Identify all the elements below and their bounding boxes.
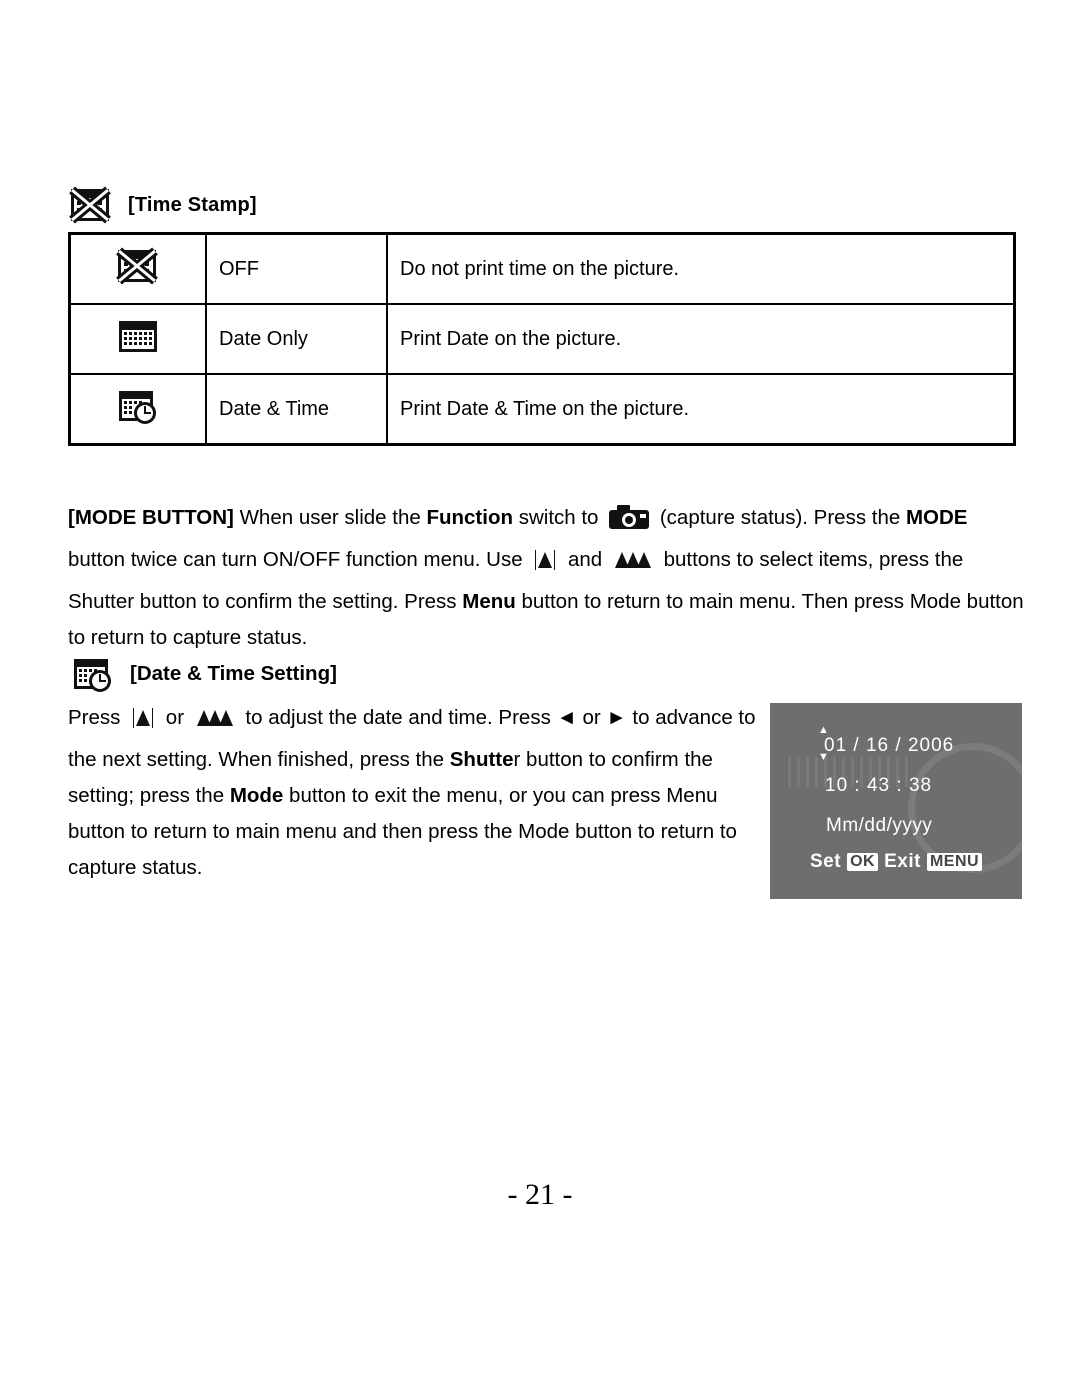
lcd-preview-panel: ▲ ▼ 01 / 16 / 2006 10 : 43 : 38 Mm/dd/yy… xyxy=(770,703,1022,899)
mode-button-paragraph: [MODE BUTTON] When user slide the Functi… xyxy=(68,500,1024,656)
mode-text-5: (capture status). Press the xyxy=(654,506,906,529)
row-icon-cell xyxy=(68,373,207,446)
lcd-time-value[interactable]: 10 : 43 : 38 xyxy=(825,775,932,797)
mode-text-2: When user slide the xyxy=(233,506,427,529)
table-row: OFF Do not print time on the picture. xyxy=(68,232,1016,305)
function-label: Function xyxy=(426,506,514,529)
lcd-set-label: Set xyxy=(810,851,842,872)
single-arrow-button-icon xyxy=(130,706,156,742)
no-timestamp-icon xyxy=(68,186,114,224)
no-timestamp-icon xyxy=(115,247,161,285)
row-icon-cell xyxy=(68,303,207,375)
row-name: Date Only xyxy=(205,303,388,375)
menu-key-icon[interactable]: MENU xyxy=(926,853,983,871)
mode-text-8: and xyxy=(562,548,608,571)
mode-text-4: switch to xyxy=(513,506,605,529)
lcd-date-format[interactable]: Mm/dd/yyyy xyxy=(826,815,932,837)
calendar-icon xyxy=(115,317,161,355)
calendar-clock-icon xyxy=(115,387,161,425)
page-number: - 21 - xyxy=(507,1178,573,1211)
mode-button-label: [MODE BUTTON] xyxy=(68,506,234,529)
row-name: Date & Time xyxy=(205,373,388,446)
date-time-setting-heading: [Date & Time Setting] xyxy=(70,655,337,693)
date-time-setting-label: [Date & Time Setting] xyxy=(130,662,337,685)
row-name: OFF xyxy=(205,232,388,305)
triple-arrow-button-icon xyxy=(612,548,654,584)
date-time-paragraph: Press or to adjust the date and time. Pr… xyxy=(68,700,758,886)
triple-arrow-button-icon xyxy=(194,706,236,742)
dt-text-1: Press xyxy=(68,706,127,729)
time-stamp-table: OFF Do not print time on the picture. Da… xyxy=(68,232,1016,446)
table-row: Date Only Print Date on the picture. xyxy=(68,303,1016,375)
arrow-up-icon: ▲ xyxy=(818,724,829,736)
lcd-footer: Set OK Exit MENU xyxy=(810,851,983,873)
lcd-date-value[interactable]: 01 / 16 / 2006 xyxy=(824,735,954,757)
single-arrow-button-icon xyxy=(532,548,558,584)
lcd-exit-label: Exit xyxy=(884,851,921,872)
calendar-clock-icon xyxy=(70,655,116,693)
row-description: Print Date & Time on the picture. xyxy=(386,373,1016,446)
row-description: Do not print time on the picture. xyxy=(386,232,1016,305)
mode-word: MODE xyxy=(905,506,968,529)
camera-icon xyxy=(608,504,650,542)
mode-text-7: button twice can turn ON/OFF function me… xyxy=(68,548,529,571)
shutter-word: Shutte xyxy=(449,748,514,771)
time-stamp-heading-label: [Time Stamp] xyxy=(128,193,257,216)
menu-word: Menu xyxy=(462,590,516,613)
row-description: Print Date on the picture. xyxy=(386,303,1016,375)
ok-key-icon[interactable]: OK xyxy=(847,853,879,871)
table-row: Date & Time Print Date & Time on the pic… xyxy=(68,373,1016,446)
dt-text-2: or xyxy=(160,706,190,729)
time-stamp-heading: [Time Stamp] xyxy=(68,186,257,224)
mode-word-2: Mode xyxy=(229,784,284,807)
row-icon-cell xyxy=(68,232,207,305)
